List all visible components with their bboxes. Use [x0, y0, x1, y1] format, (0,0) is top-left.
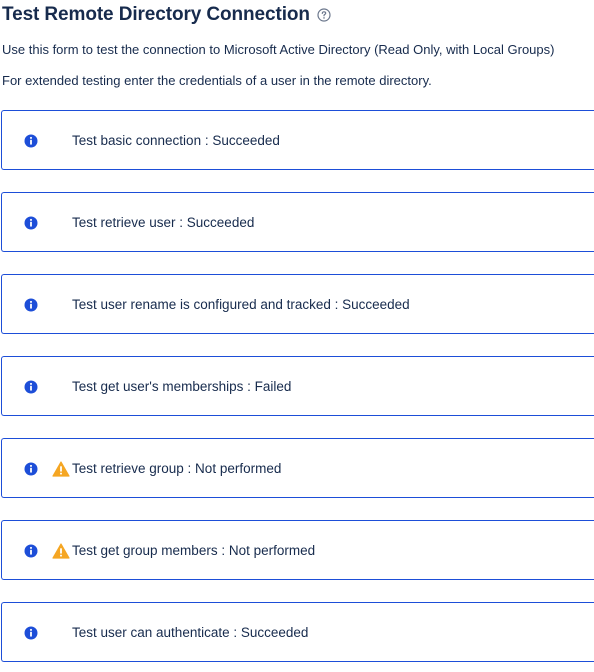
warning-icon	[52, 461, 70, 477]
result-text: Test user can authenticate : Succeeded	[72, 625, 309, 640]
result-text: Test get group members : Not performed	[72, 543, 316, 558]
help-circle-icon[interactable]	[317, 8, 331, 22]
page-title: Test Remote Directory Connection	[2, 4, 310, 25]
result-row-basic-connection: Test basic connection : Succeeded	[1, 110, 594, 170]
info-icon	[24, 134, 38, 148]
test-connection-page: Test Remote Directory Connection Use thi…	[0, 0, 594, 672]
result-row-group-members: Test get group members : Not performed	[1, 520, 594, 580]
result-text: Test retrieve user : Succeeded	[72, 215, 255, 230]
result-text: Test user rename is configured and track…	[72, 297, 410, 312]
info-icon	[24, 380, 38, 394]
result-row-user-memberships: Test get user's memberships : Failed	[1, 356, 594, 416]
result-row-user-rename: Test user rename is configured and track…	[1, 274, 594, 334]
description-line-2: For extended testing enter the credentia…	[2, 73, 432, 88]
result-text: Test basic connection : Succeeded	[72, 133, 280, 148]
page-header: Test Remote Directory Connection	[2, 4, 331, 26]
info-icon	[24, 626, 38, 640]
warning-icon	[52, 543, 70, 559]
description-line-1: Use this form to test the connection to …	[2, 42, 555, 57]
info-icon	[24, 462, 38, 476]
result-text: Test retrieve group : Not performed	[72, 461, 282, 476]
result-row-retrieve-user: Test retrieve user : Succeeded	[1, 192, 594, 252]
info-icon	[24, 298, 38, 312]
result-row-user-authenticate: Test user can authenticate : Succeeded	[1, 602, 594, 662]
result-row-retrieve-group: Test retrieve group : Not performed	[1, 438, 594, 498]
info-icon	[24, 544, 38, 558]
info-icon	[24, 216, 38, 230]
result-text: Test get user's memberships : Failed	[72, 379, 292, 394]
